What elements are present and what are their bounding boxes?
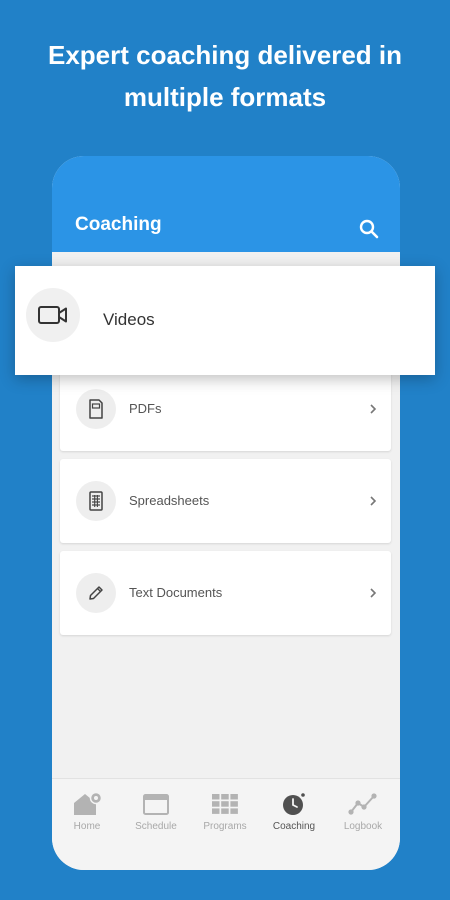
tab-label: Programs [203,821,247,832]
video-icon-circle [26,288,80,342]
tab-label: Logbook [343,821,383,832]
tab-logbook[interactable]: Logbook [328,789,398,832]
grid-icon [212,794,238,814]
chevron-right-icon [370,496,377,506]
list-item-label: Videos [103,310,155,329]
pencil-icon-circle [76,573,116,613]
pdf-icon-circle [76,389,116,429]
chart-line-icon [348,793,377,815]
spreadsheet-icon-circle [76,481,116,521]
search-icon[interactable] [358,218,380,240]
list-item-text-documents[interactable]: Text Documents [60,551,391,635]
video-camera-icon [38,306,67,324]
tab-label: Home [73,821,101,832]
tab-coaching[interactable]: Coaching [259,789,329,832]
phone-screen: Coaching PDFs Spreadsheets Text Document… [52,156,400,870]
headline: Expert coaching delivered in multiple fo… [0,34,450,118]
tab-schedule[interactable]: Schedule [121,789,191,832]
tab-programs[interactable]: Programs [190,789,260,832]
bottom-tab-bar: Home Schedule Programs Coaching Logbook [52,778,400,870]
tab-home[interactable]: Home [52,789,122,832]
list-item-videos[interactable]: Videos [15,266,435,375]
chevron-right-icon [370,404,377,414]
list-item-label: Text Documents [129,585,223,600]
clock-icon [283,793,305,815]
app-bar: Coaching [52,156,400,252]
home-icon [74,791,103,815]
tab-label: Coaching [272,821,316,832]
page-title: Coaching [75,214,162,235]
headline-line-2: multiple formats [123,82,327,112]
chevron-right-icon [370,588,377,598]
list-item-label: Spreadsheets [129,493,210,508]
tab-label: Schedule [135,821,177,832]
pdf-document-icon [89,399,103,419]
list-item-pdfs[interactable]: PDFs [60,367,391,451]
pencil-icon [89,586,103,600]
list-item-spreadsheets[interactable]: Spreadsheets [60,459,391,543]
calendar-icon [143,794,169,815]
headline-line-1: Expert coaching delivered in [48,40,402,70]
list-item-label: PDFs [129,401,162,416]
spreadsheet-icon [89,491,103,511]
